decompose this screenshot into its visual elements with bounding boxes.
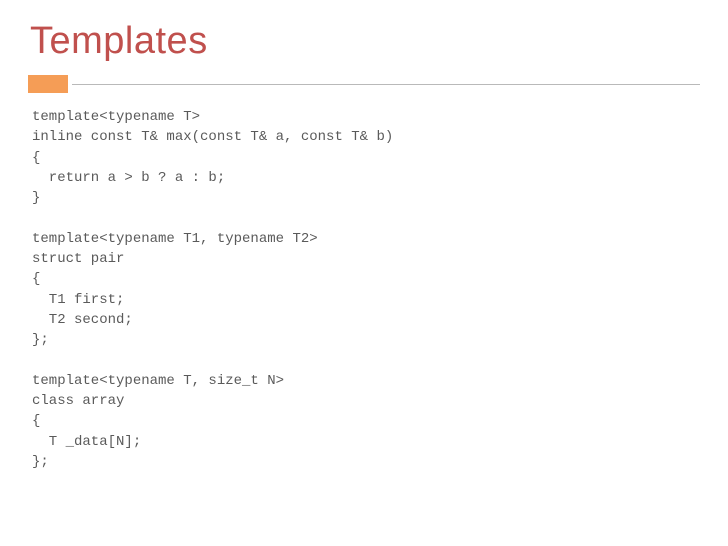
slide-container: Templates template<typename T> inline co… — [0, 0, 728, 546]
divider-line — [72, 84, 700, 85]
divider — [28, 75, 700, 93]
slide-title: Templates — [30, 20, 700, 63]
code-snippet: template<typename T> inline const T& max… — [32, 107, 700, 472]
accent-block — [28, 75, 68, 93]
